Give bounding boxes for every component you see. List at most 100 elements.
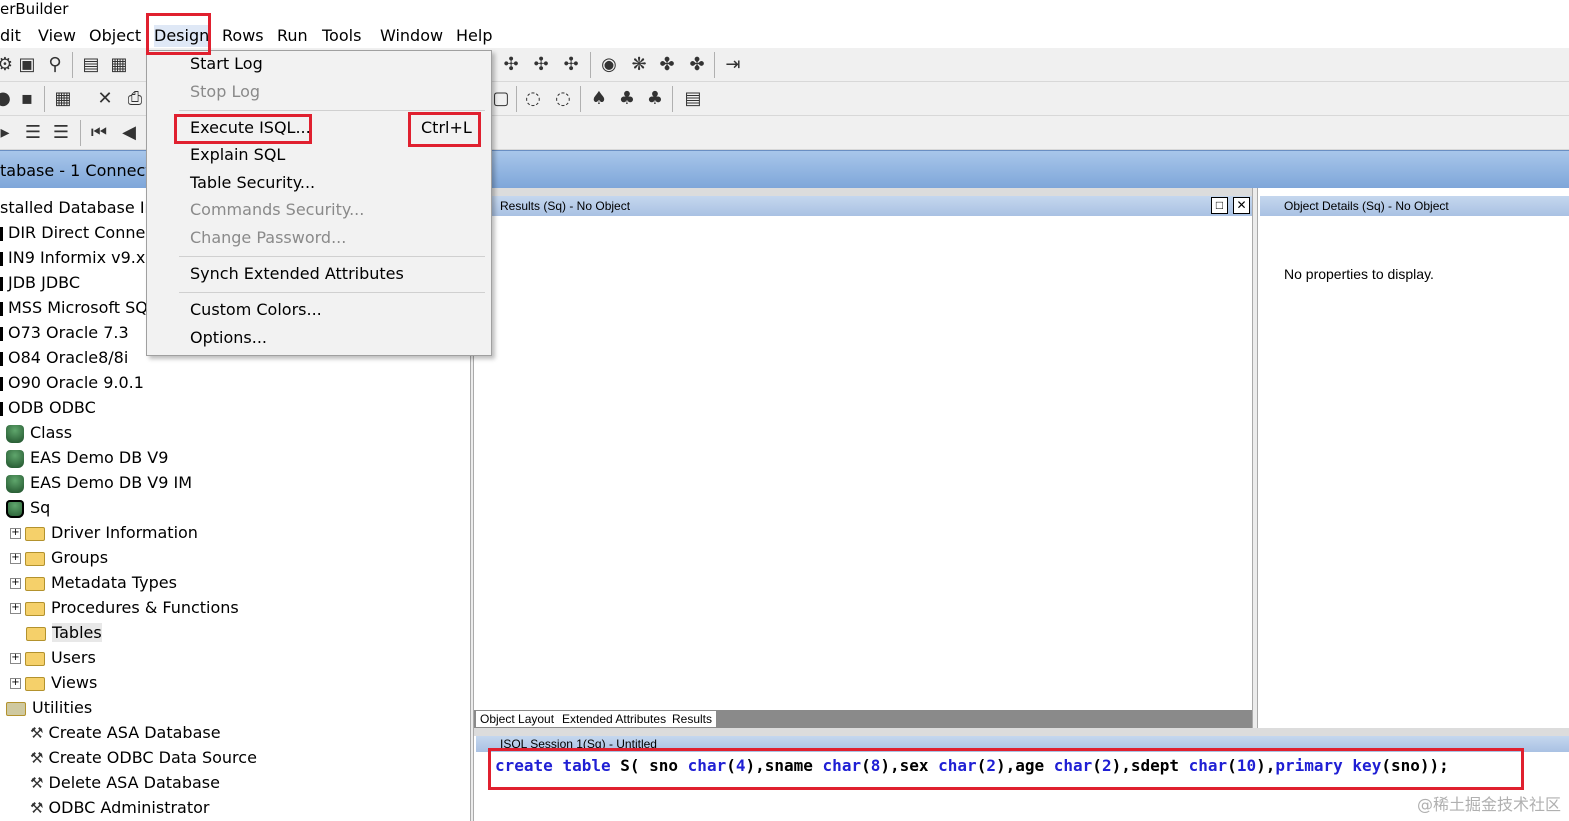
- menu-item-commands-security[interactable]: Commands Security...: [190, 199, 364, 221]
- toolbar-icon[interactable]: ✤: [656, 54, 678, 76]
- plus-icon[interactable]: +: [10, 553, 21, 564]
- menu-window[interactable]: Window: [380, 25, 443, 47]
- tree-item-profile[interactable]: EAS Demo DB V9 IM: [6, 471, 192, 495]
- indent-icon[interactable]: ☰: [50, 122, 72, 144]
- tree-item-procedures[interactable]: + Procedures & Functions: [10, 596, 239, 620]
- panel-top-border: [474, 728, 1569, 736]
- tool-icon: ⚒: [30, 749, 44, 767]
- toolbar-icon[interactable]: ●: [0, 88, 14, 110]
- grid-icon[interactable]: ▦: [108, 54, 130, 76]
- close-icon[interactable]: ✕: [1233, 197, 1250, 214]
- tree-item-utilities[interactable]: Utilities: [6, 696, 92, 720]
- menu-item-custom-colors[interactable]: Custom Colors...: [190, 299, 322, 321]
- menu-item-explain-sql[interactable]: Explain SQL: [190, 144, 285, 166]
- plus-icon[interactable]: +: [10, 578, 21, 589]
- binoculars-icon[interactable]: ♠: [588, 88, 610, 110]
- toolbar-icon[interactable]: ✣: [500, 54, 522, 76]
- exit-icon[interactable]: ⇥: [722, 54, 744, 76]
- tree-item-profile-sq[interactable]: Sq: [6, 496, 50, 520]
- plus-icon[interactable]: +: [10, 603, 21, 614]
- window-title: erBuilder: [0, 0, 1569, 20]
- tree-item-driver[interactable]: MSS Microsoft SQL: [0, 296, 157, 320]
- toolbar-icon[interactable]: ✣: [530, 54, 552, 76]
- tree-item-driver-information[interactable]: + Driver Information: [10, 521, 198, 545]
- tab-object-layout[interactable]: Object Layout: [476, 711, 559, 727]
- tool-icon: ⚒: [30, 799, 44, 817]
- watermark: @稀土掘金技术社区: [1416, 795, 1561, 814]
- table-icon[interactable]: ▦: [52, 88, 74, 110]
- document-icon[interactable]: ▤: [682, 88, 704, 110]
- menu-run[interactable]: Run: [277, 25, 308, 47]
- toolbar-icon[interactable]: ✣: [560, 54, 582, 76]
- toolbar-icon[interactable]: ◉: [598, 54, 620, 76]
- maximize-icon[interactable]: □: [1211, 197, 1228, 214]
- menu-item-stop-log[interactable]: Stop Log: [190, 81, 260, 103]
- toolbar-icon[interactable]: ❋: [628, 54, 650, 76]
- tab-extended-attributes[interactable]: Extended Attributes: [558, 711, 671, 727]
- tree-item-utility[interactable]: ⚒ Delete ASA Database: [30, 771, 220, 795]
- indent-icon[interactable]: ☰: [22, 122, 44, 144]
- menu-object[interactable]: Object: [89, 25, 141, 47]
- delete-icon[interactable]: ✕: [94, 88, 116, 110]
- tree-item-driver[interactable]: ODB ODBC: [0, 396, 96, 420]
- plus-icon[interactable]: +: [10, 653, 21, 664]
- lasso-icon[interactable]: ◌: [552, 88, 574, 110]
- tree-item-utility[interactable]: ⚒ Create ASA Database: [30, 721, 221, 745]
- tree-item-profile[interactable]: Class: [6, 421, 72, 445]
- folder-icon: [25, 576, 45, 591]
- tree-item-views[interactable]: + Views: [10, 671, 97, 695]
- tree-item-driver[interactable]: O90 Oracle 9.0.1: [0, 371, 144, 395]
- tree-item-driver[interactable]: JDB JDBC: [0, 271, 80, 295]
- select-icon[interactable]: ▢: [490, 88, 512, 110]
- highlight-design-menu: [146, 13, 211, 55]
- toolbar-icon[interactable]: ⚲: [44, 54, 66, 76]
- folder-icon: [25, 601, 45, 616]
- tab-results[interactable]: Results: [668, 711, 717, 727]
- plus-icon[interactable]: +: [10, 528, 21, 539]
- menu-edit[interactable]: dit: [0, 25, 21, 47]
- folder-icon: [25, 676, 45, 691]
- prev-icon[interactable]: ◀: [118, 122, 140, 144]
- design-menu: Start Log Stop Log Execute ISQL... Ctrl+…: [146, 50, 492, 356]
- menu-item-table-security[interactable]: Table Security...: [190, 172, 315, 194]
- highlight-shortcut: [408, 112, 481, 147]
- details-panel-title: Object Details (Sq) - No Object: [1260, 196, 1569, 216]
- menu-item-start-log[interactable]: Start Log: [190, 53, 263, 75]
- results-panel-title: Results (Sq) - No Object □ ✕: [476, 196, 1252, 216]
- tree-item-driver[interactable]: O73 Oracle 7.3: [0, 321, 129, 345]
- results-panel-body: [476, 216, 1252, 710]
- binoculars-icon[interactable]: ♣: [616, 88, 638, 110]
- menu-help[interactable]: Help: [456, 25, 492, 47]
- tree-item-metadata-types[interactable]: + Metadata Types: [10, 571, 177, 595]
- plus-icon[interactable]: +: [10, 678, 21, 689]
- folder-icon: [25, 651, 45, 666]
- connected-database-icon: [6, 499, 24, 518]
- menu-item-options[interactable]: Options...: [190, 327, 267, 349]
- binoculars-icon[interactable]: ♣: [644, 88, 666, 110]
- first-icon[interactable]: ⏮: [88, 122, 110, 144]
- tree-item-driver[interactable]: O84 Oracle8/8i: [0, 346, 128, 370]
- tree-item-driver[interactable]: DIR Direct Connect: [0, 221, 160, 245]
- save-icon[interactable]: ▪: [16, 88, 38, 110]
- tree-item-utility[interactable]: ⚒ Create ODBC Data Source: [30, 746, 257, 770]
- lasso-icon[interactable]: ◌: [522, 88, 544, 110]
- splitter[interactable]: [1252, 188, 1258, 728]
- tree-item-groups[interactable]: + Groups: [10, 546, 108, 570]
- toolbar-icon[interactable]: ⚙: [0, 54, 16, 76]
- layout-icon[interactable]: ▤: [80, 54, 102, 76]
- toolbar-icon[interactable]: ▸: [0, 122, 16, 144]
- toolbar-icon[interactable]: ✤: [686, 54, 708, 76]
- tree-item-users[interactable]: + Users: [10, 646, 96, 670]
- menu-tools[interactable]: Tools: [322, 25, 361, 47]
- menu-item-synch-extended-attributes[interactable]: Synch Extended Attributes: [190, 263, 404, 285]
- tree-item-tables[interactable]: Tables: [26, 621, 102, 645]
- database-icon: [6, 449, 24, 468]
- tree-item-profile[interactable]: EAS Demo DB V9: [6, 446, 168, 470]
- menu-item-change-password[interactable]: Change Password...: [190, 227, 346, 249]
- tree-item-driver[interactable]: IN9 Informix v9.x: [0, 246, 145, 270]
- toolbar-icon[interactable]: ▣: [16, 54, 38, 76]
- tree-item-utility[interactable]: ⚒ ODBC Administrator: [30, 796, 209, 820]
- print-icon[interactable]: ⎙: [124, 88, 146, 110]
- menu-view[interactable]: View: [38, 25, 76, 47]
- menu-rows[interactable]: Rows: [222, 25, 264, 47]
